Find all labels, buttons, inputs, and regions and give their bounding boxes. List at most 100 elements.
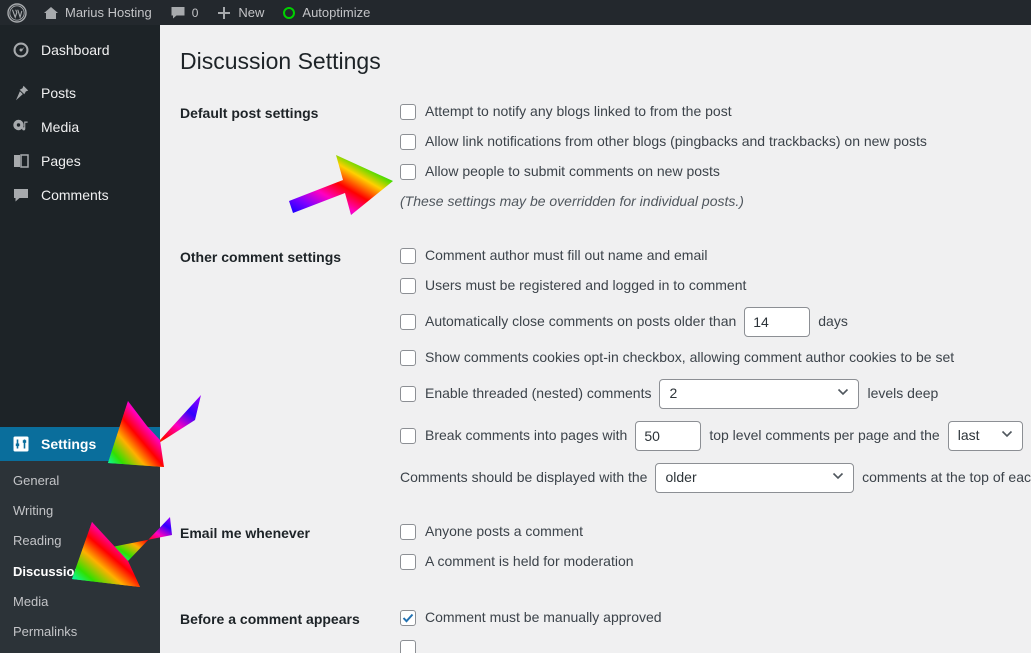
pin-icon (11, 84, 31, 102)
admin-bar: Marius Hosting 0 New Autoptimize (0, 0, 1031, 25)
autoptimize-button[interactable]: Autoptimize (273, 0, 379, 25)
chevron-down-icon (836, 383, 850, 404)
media-icon (11, 118, 31, 136)
submenu-item-discussion[interactable]: Discussion (0, 557, 160, 587)
sidebar-item-label: Dashboard (41, 42, 110, 58)
option-label: Allow people to submit comments on new p… (425, 163, 720, 180)
allow-people-to-submit-comments-checkbox[interactable] (400, 163, 416, 180)
threaded-levels-select[interactable]: 2 (659, 378, 860, 409)
option-notify-blogs[interactable]: Attempt to notify any blogs linked to fr… (400, 97, 1031, 127)
submenu-item-writing[interactable]: Writing (0, 496, 160, 526)
sidebar-item-dashboard[interactable]: Dashboard (0, 33, 160, 67)
sidebar-item-label: Comments (41, 187, 109, 203)
checkbox[interactable] (400, 609, 416, 626)
wordpress-logo-icon (7, 2, 27, 23)
sidebar-item-comments[interactable]: Comments (0, 178, 160, 212)
threaded-text-before: Enable threaded (nested) comments (425, 385, 652, 402)
checkbox[interactable] (400, 277, 416, 294)
site-name-button[interactable]: Marius Hosting (34, 0, 161, 25)
sidebar-item-pages[interactable]: Pages (0, 144, 160, 178)
site-name-label: Marius Hosting (65, 5, 152, 20)
checkbox[interactable] (400, 639, 416, 653)
sidebar-divider (0, 67, 160, 76)
option-label: Comment author must fill out name and em… (425, 247, 708, 264)
option-label: Users must be registered and logged in t… (425, 277, 747, 294)
new-label: New (238, 5, 265, 20)
option-label: Comment must be manually approved (425, 609, 662, 626)
chevron-down-icon (1000, 425, 1014, 446)
option-label: Show comments cookies opt-in checkbox, a… (425, 349, 955, 366)
option-label: Attempt to notify any blogs linked to fr… (425, 103, 732, 120)
checkbox[interactable] (400, 427, 416, 444)
paging-count-input[interactable] (635, 420, 702, 451)
option-label: Anyone posts a comment (425, 523, 583, 540)
paging-page-select[interactable]: last (947, 420, 1023, 451)
option-anyone-posts-comment[interactable]: Anyone posts a comment (400, 517, 1031, 547)
comment-bubble-icon (170, 5, 186, 21)
submenu-item-reading[interactable]: Reading (0, 526, 160, 556)
display-order-text-before: Comments should be displayed with the (400, 469, 648, 486)
option-allow-comments[interactable]: Allow people to submit comments on new p… (400, 157, 1031, 187)
display-order-text-after: comments at the top of eac (862, 469, 1031, 486)
circle-icon (282, 6, 296, 20)
option-display-order[interactable]: Comments should be displayed with the ol… (400, 457, 1031, 499)
sidebar-item-settings[interactable]: Settings (0, 427, 160, 461)
threaded-levels-value: 2 (669, 385, 678, 402)
wordpress-logo-button[interactable] (0, 0, 34, 25)
checkbox[interactable] (400, 385, 416, 402)
checkbox[interactable] (400, 133, 416, 150)
discussion-settings-form: Default post settings Attempt to notify … (180, 95, 1031, 653)
option-cookies-optin[interactable]: Show comments cookies opt-in checkbox, a… (400, 343, 1031, 373)
threaded-text-after: levels deep (867, 385, 939, 402)
wordpress-admin-screen: Marius Hosting 0 New Autoptimize Dashboa… (0, 0, 1031, 653)
chevron-down-icon (831, 467, 845, 488)
home-icon (43, 5, 59, 21)
auto-close-days-input[interactable] (744, 306, 811, 337)
submenu-item-permalinks[interactable]: Permalinks (0, 617, 160, 647)
section-default-post-settings: Default post settings Attempt to notify … (180, 95, 1031, 215)
option-link-notifications[interactable]: Allow link notifications from other blog… (400, 127, 1031, 157)
checkbox[interactable] (400, 103, 416, 120)
auto-close-text-after: days (818, 313, 848, 330)
section-other-comment-settings: Other comment settings Comment author mu… (180, 239, 1031, 499)
admin-sidebar: Dashboard Posts Media Pages Comments Set… (0, 25, 160, 653)
option-held-for-moderation[interactable]: A comment is held for moderation (400, 547, 1031, 577)
pages-icon (11, 152, 31, 170)
checkbox[interactable] (400, 247, 416, 264)
checkbox[interactable] (400, 553, 416, 570)
sidebar-item-media[interactable]: Media (0, 110, 160, 144)
section-label: Other comment settings (180, 248, 342, 265)
submenu-item-general[interactable]: General (0, 466, 160, 496)
checkbox[interactable] (400, 349, 416, 366)
option-must-be-registered[interactable]: Users must be registered and logged in t… (400, 271, 1031, 301)
option-previously-approved[interactable] (400, 633, 1031, 653)
autoptimize-label: Autoptimize (302, 5, 371, 20)
option-manually-approved[interactable]: Comment must be manually approved (400, 603, 1031, 633)
option-label: Allow link notifications from other blog… (425, 133, 927, 150)
option-threaded-comments[interactable]: Enable threaded (nested) comments 2 leve… (400, 373, 1031, 415)
option-break-into-pages[interactable]: Break comments into pages with top level… (400, 415, 1031, 457)
submenu-item-media[interactable]: Media (0, 587, 160, 617)
option-author-name-email[interactable]: Comment author must fill out name and em… (400, 241, 1031, 271)
option-label: A comment is held for moderation (425, 553, 634, 570)
option-auto-close-comments[interactable]: Automatically close comments on posts ol… (400, 301, 1031, 343)
checkbox[interactable] (400, 523, 416, 540)
section-label: Default post settings (180, 104, 319, 121)
section-label: Before a comment appears (180, 610, 360, 627)
display-order-select[interactable]: older (655, 462, 855, 493)
section-email-me-whenever: Email me whenever Anyone posts a comment… (180, 515, 1031, 577)
settings-submenu: General Writing Reading Discussion Media… (0, 461, 160, 653)
comment-bubble-icon (11, 186, 31, 204)
main-content: Discussion Settings Default post setting… (160, 25, 1031, 653)
sidebar-item-posts[interactable]: Posts (0, 76, 160, 110)
new-content-button[interactable]: New (207, 0, 273, 25)
checkbox[interactable] (400, 313, 416, 330)
comments-bubble-button[interactable]: 0 (161, 0, 208, 25)
paging-text-middle: top level comments per page and the (709, 427, 940, 444)
sidebar-item-label: Media (41, 119, 80, 135)
paging-text-before: Break comments into pages with (425, 427, 628, 444)
section-label: Email me whenever (180, 524, 310, 541)
